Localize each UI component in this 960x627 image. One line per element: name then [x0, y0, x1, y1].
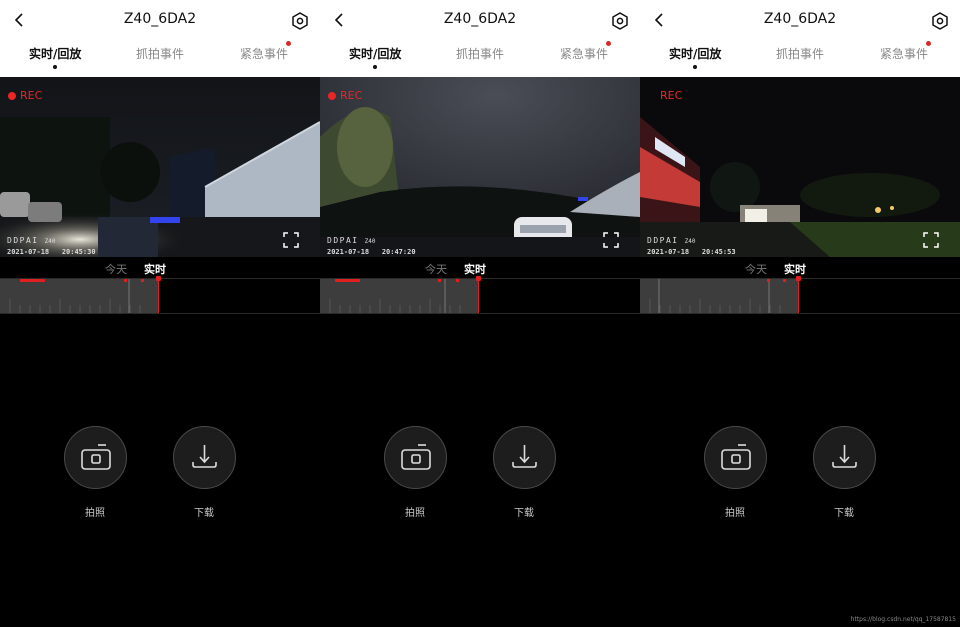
live-video-feed[interactable]	[640, 77, 960, 257]
record-dot-icon	[328, 91, 336, 100]
active-tab-indicator	[693, 65, 697, 69]
tab-snapshot-events[interactable]: 抓拍事件	[136, 45, 184, 62]
download-label: 下载	[514, 508, 534, 519]
app-header: Z40_6DA2 实时/回放 抓拍事件 紧急事件	[640, 0, 960, 77]
record-dot-icon	[8, 91, 16, 100]
download-icon	[512, 445, 537, 468]
timeline-ticks	[9, 279, 144, 313]
timeline-cursor	[478, 279, 479, 313]
download-icon	[832, 445, 857, 468]
watermark-brand: DDPAI	[327, 236, 359, 245]
rec-label: REC	[340, 89, 363, 102]
download-button[interactable]	[173, 426, 236, 489]
device-title: Z40_6DA2	[763, 11, 837, 27]
app-header: Z40_6DA2 实时/回放 抓拍事件 紧急事件	[320, 0, 640, 77]
timeline-live-label[interactable]: 实时	[784, 261, 806, 277]
settings-gear-icon[interactable]	[289, 10, 311, 32]
timeline-cursor-handle[interactable]	[156, 276, 161, 281]
active-tab-indicator	[373, 65, 377, 69]
watermark-date: 2021-07-18	[327, 248, 370, 256]
tab-snapshot-events[interactable]: 抓拍事件	[456, 45, 504, 62]
fullscreen-icon[interactable]	[603, 232, 619, 248]
device-title: Z40_6DA2	[443, 11, 517, 27]
playback-timeline[interactable]	[0, 276, 320, 314]
app-header: Z40_6DA2 实时/回放 抓拍事件 紧急事件	[0, 0, 320, 77]
watermark-time: 20:45:30	[61, 248, 96, 256]
tab-emergency-events[interactable]: 紧急事件	[560, 45, 608, 62]
timeline-live-label[interactable]: 实时	[144, 261, 166, 277]
timeline-cursor	[798, 279, 799, 313]
watermark-time: 20:47:20	[381, 248, 416, 256]
timeline-live-label[interactable]: 实时	[464, 261, 486, 277]
rec-label: REC	[20, 89, 43, 102]
phone-screen-1: Z40_6DA2 实时/回放 抓拍事件 紧急事件 REC DDPAI Z40 2…	[0, 0, 320, 627]
settings-gear-icon[interactable]	[929, 10, 951, 32]
watermark-model: Z40	[684, 238, 696, 245]
device-title: Z40_6DA2	[123, 11, 197, 27]
tab-emergency-events[interactable]: 紧急事件	[240, 45, 288, 62]
video-watermark: DDPAI Z40 2021-07-18 20:45:30	[7, 233, 96, 257]
new-event-badge	[926, 41, 931, 46]
phone-screen-2: Z40_6DA2 实时/回放 抓拍事件 紧急事件 REC DDPAIZ40 2	[320, 0, 640, 627]
watermark-model: Z40	[44, 238, 56, 245]
download-icon	[192, 445, 217, 468]
download-button[interactable]	[493, 426, 556, 489]
download-label: 下载	[194, 508, 214, 519]
timeline-today-label: 今天	[105, 263, 127, 276]
phone-screen-3: Z40_6DA2 实时/回放 抓拍事件 紧急事件 REC DDPAI Z40 20…	[640, 0, 960, 627]
tab-emergency-events[interactable]: 紧急事件	[880, 45, 928, 62]
settings-gear-icon[interactable]	[609, 10, 631, 32]
download-label: 下载	[834, 508, 854, 519]
tab-snapshot-events[interactable]: 抓拍事件	[776, 45, 824, 62]
live-video-feed[interactable]	[0, 77, 320, 257]
watermark-brand: DDPAI	[7, 236, 39, 245]
snapshot-button[interactable]	[384, 426, 447, 489]
snapshot-label: 拍照	[405, 508, 425, 519]
timeline-cursor-handle[interactable]	[476, 276, 481, 281]
active-tab-indicator	[53, 65, 57, 69]
camera-icon	[81, 444, 111, 470]
recording-indicator: REC	[328, 89, 362, 102]
fullscreen-icon[interactable]	[923, 232, 939, 248]
camera-icon	[721, 444, 751, 470]
image-credit: https://blog.csdn.net/qq_17587815	[850, 616, 956, 623]
watermark-date: 2021-07-18	[647, 248, 690, 256]
watermark-time: 20:45:53	[701, 248, 736, 256]
live-video-feed[interactable]	[320, 77, 640, 257]
snapshot-button[interactable]	[64, 426, 127, 489]
timeline-cursor-handle[interactable]	[796, 276, 801, 281]
watermark-model: Z40	[364, 238, 376, 245]
recording-indicator: REC	[8, 89, 42, 102]
timeline-ticks	[649, 279, 786, 313]
snapshot-button[interactable]	[704, 426, 767, 489]
fullscreen-icon[interactable]	[283, 232, 299, 248]
snapshot-label: 拍照	[725, 508, 745, 519]
watermark-date: 2021-07-18	[7, 248, 50, 256]
video-watermark: DDPAI Z40 2021-07-18 20:45:53	[647, 233, 736, 257]
tab-live-playback[interactable]: 实时/回放	[29, 45, 81, 62]
recording-indicator: REC	[660, 89, 682, 102]
download-button[interactable]	[813, 426, 876, 489]
playback-timeline[interactable]	[320, 276, 640, 314]
timeline-ticks	[329, 279, 461, 313]
new-event-badge	[606, 41, 611, 46]
tab-live-playback[interactable]: 实时/回放	[669, 45, 721, 62]
timeline-today-label: 今天	[425, 263, 447, 276]
timeline-today-label: 今天	[745, 263, 767, 276]
camera-icon	[401, 444, 431, 470]
playback-timeline[interactable]	[640, 276, 960, 314]
watermark-brand: DDPAI	[647, 236, 679, 245]
new-event-badge	[286, 41, 291, 46]
snapshot-label: 拍照	[85, 508, 105, 519]
rec-label: REC	[660, 89, 683, 102]
video-watermark: DDPAI Z40 2021-07-18 20:47:20	[327, 233, 416, 257]
timeline-cursor	[158, 279, 159, 313]
tab-live-playback[interactable]: 实时/回放	[349, 45, 401, 62]
